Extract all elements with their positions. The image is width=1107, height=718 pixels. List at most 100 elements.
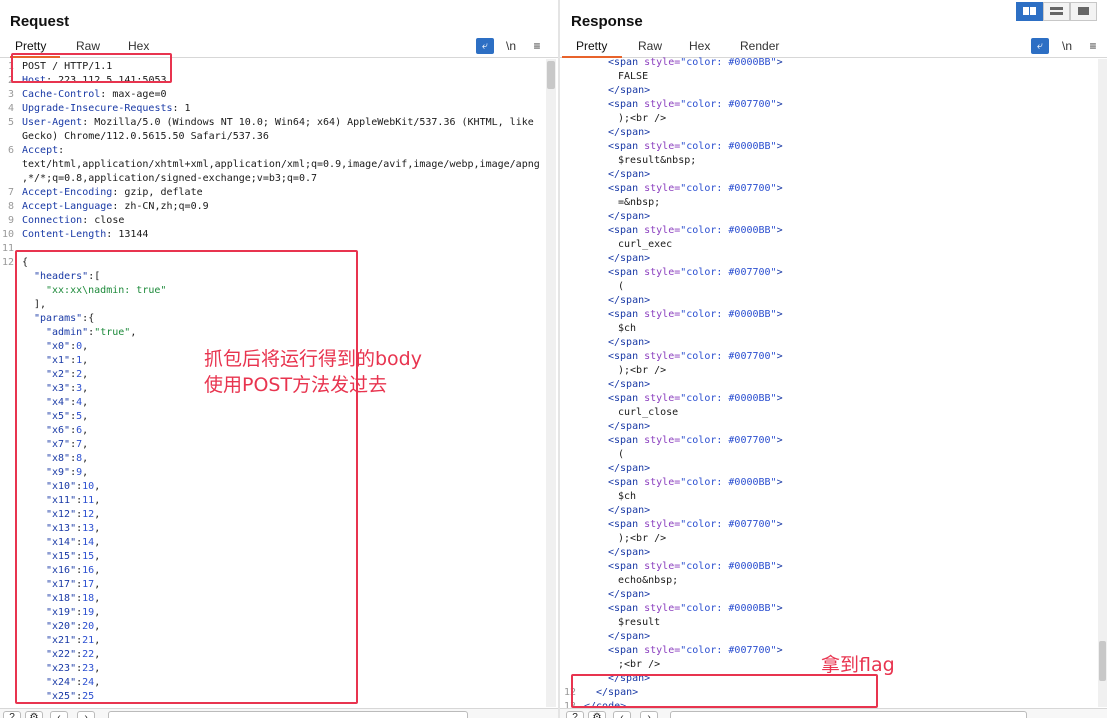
header-value: : gzip, deflate [112,187,203,198]
html-line: $ch [618,322,636,336]
gear-icon[interactable]: ⚙ [588,711,606,718]
search-input[interactable] [670,711,1027,718]
tab-pretty[interactable]: Pretty [576,39,607,53]
tab-raw[interactable]: Raw [76,39,100,53]
header-name: Upgrade-Insecure-Requests [22,103,173,114]
json-number: 22 [82,649,95,660]
request-scrollbar[interactable] [546,59,556,707]
html-attr: style= [644,561,681,572]
html-tag: <span [608,435,645,446]
html-tag: </span> [608,463,651,474]
html-line: <span style="color: #007700"> [608,182,783,196]
html-attr: style= [644,309,681,320]
newline-toggle[interactable]: \n [502,38,520,54]
layout-single-button[interactable] [1070,2,1097,21]
json-key: "x25" [46,691,77,702]
html-line: ( [618,448,624,462]
response-editor[interactable]: <span style="color: #0000BB"> FALSE </span… [560,57,1097,718]
html-text: );<br /> [618,365,667,376]
html-line: <span style="color: #007700"> [608,434,783,448]
json-key: "x0" [46,341,71,352]
gear-icon[interactable]: ⚙ [25,711,43,718]
json-punct: , [94,481,101,492]
json-punct: , [82,439,89,450]
json-key: "x24" [46,677,77,688]
help-icon[interactable]: ? [3,711,21,718]
json-number: 10 [82,481,95,492]
html-tag: <span [608,99,645,110]
annotation-flag: 拿到flag [821,654,895,676]
html-line: <span style="color: #007700"> [608,644,783,658]
html-line: <span style="color: #007700"> [608,518,783,532]
prev-icon[interactable]: ‹ [50,711,68,718]
wrap-lines-icon[interactable]: ⤶ [476,38,494,54]
html-line: </span> [608,672,650,686]
next-icon[interactable]: › [640,711,658,718]
html-attr-value: "color: #0000BB" [680,225,777,236]
html-tag: <span [608,393,645,404]
html-attr: style= [644,393,681,404]
tab-hex[interactable]: Hex [689,39,710,53]
html-line: <span style="color: #0000BB"> [608,224,783,238]
html-tag: </span> [608,505,651,516]
json-key: "x2" [46,369,71,380]
request-bottom-bar: ? ⚙ ‹ › [0,708,558,718]
html-line: </span> [608,294,650,308]
html-tag: <span [608,309,645,320]
help-icon[interactable]: ? [566,711,584,718]
json-punct: , [94,537,101,548]
tab-render[interactable]: Render [740,39,779,53]
html-attr: style= [644,99,681,110]
html-tag: <span [608,603,645,614]
layout-side-by-side-button[interactable] [1016,2,1043,21]
json-punct: , [94,565,101,576]
html-tag: </span> [608,631,651,642]
html-line: <span style="color: #0000BB"> [608,392,783,406]
html-attr-value: "color: #007700" [680,435,777,446]
json-punct: , [94,495,101,506]
json-key: "x20" [46,621,77,632]
request-line: Cache-Control: max-age=0 [22,88,167,102]
search-input[interactable] [108,711,468,718]
html-line: <span style="color: #0000BB"> [608,560,783,574]
html-line: </span> [608,210,650,224]
newline-toggle[interactable]: \n [1058,38,1076,54]
json-key: "x3" [46,383,71,394]
request-line: Gecko) Chrome/112.0.5615.50 Safari/537.3… [22,130,269,144]
response-scrollbar[interactable] [1098,59,1107,707]
response-title: Response [571,13,643,30]
active-tab-underline [10,56,60,58]
header-value: : Mozilla/5.0 (Windows NT 10.0; Win64; x… [82,117,534,128]
menu-icon[interactable]: ≡ [528,38,546,54]
html-text: $ch [618,323,637,334]
header-value: { [22,257,29,268]
request-line: User-Agent: Mozilla/5.0 (Windows NT 10.0… [22,116,534,130]
wrap-lines-icon[interactable]: ⤶ [1031,38,1049,54]
prev-icon[interactable]: ‹ [613,711,631,718]
tab-raw[interactable]: Raw [638,39,662,53]
html-tag: > [776,645,783,656]
scrollbar-thumb[interactable] [547,61,555,89]
json-punct: , [82,383,89,394]
html-line: </span> [596,686,638,700]
json-line: "x12":12, [46,508,100,522]
html-line: </span> [608,252,650,266]
html-tag: > [776,267,783,278]
json-number: 19 [82,607,95,618]
html-tag: </span> [608,85,651,96]
html-line: </span> [608,126,650,140]
layout-stacked-button[interactable] [1043,2,1070,21]
header-value: Gecko) Chrome/112.0.5615.50 Safari/537.3… [22,131,269,142]
tab-pretty[interactable]: Pretty [15,39,46,53]
html-attr-value: "color: #0000BB" [680,603,777,614]
menu-icon[interactable]: ≡ [1084,38,1102,54]
scrollbar-thumb[interactable] [1099,641,1106,681]
header-name: Cache-Control [22,89,101,100]
header-value: : 223.112.5.141:5053 [46,75,167,86]
tab-hex[interactable]: Hex [128,39,149,53]
next-icon[interactable]: › [77,711,95,718]
json-key: "x13" [46,523,77,534]
html-line: <span style="color: #007700"> [608,350,783,364]
header-name: Content-Length [22,229,107,240]
html-tag: > [776,225,783,236]
